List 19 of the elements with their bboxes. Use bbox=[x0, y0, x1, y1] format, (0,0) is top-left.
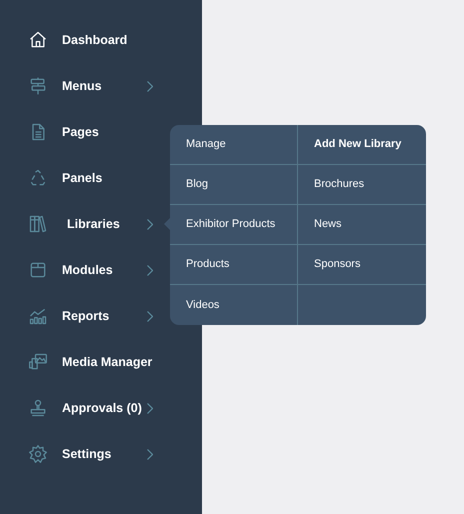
sidebar-item[interactable]: Panels bbox=[28, 163, 147, 193]
submenu-link[interactable]: Products bbox=[186, 256, 230, 273]
submenu-link[interactable]: Blog bbox=[186, 176, 208, 193]
sidebar-item[interactable]: Menus bbox=[28, 71, 147, 101]
sidebar-item[interactable]: Dashboard bbox=[28, 25, 147, 55]
submenu-link[interactable]: Add New Library bbox=[314, 136, 402, 153]
submenu-link[interactable]: Brochures bbox=[314, 176, 364, 193]
sidebar-item[interactable]: Modules bbox=[28, 255, 147, 285]
sidebar-item[interactable]: Libraries bbox=[28, 209, 147, 239]
submenu-link[interactable]: Manage bbox=[186, 136, 226, 153]
sidebar-item[interactable]: Media Manager bbox=[28, 347, 152, 377]
sidebar-item[interactable]: Pages bbox=[28, 117, 147, 147]
submenu-link[interactable]: Exhibitor Products bbox=[186, 216, 276, 233]
submenu-link[interactable]: Sponsors bbox=[314, 256, 360, 273]
sidebar-item[interactable]: Reports bbox=[28, 301, 147, 331]
submenu-link[interactable]: News bbox=[314, 216, 342, 233]
sidebar-item[interactable]: Settings bbox=[28, 439, 147, 469]
sidebar-item[interactable]: Approvals (0) bbox=[28, 393, 147, 423]
submenu-link[interactable]: Videos bbox=[186, 296, 220, 314]
